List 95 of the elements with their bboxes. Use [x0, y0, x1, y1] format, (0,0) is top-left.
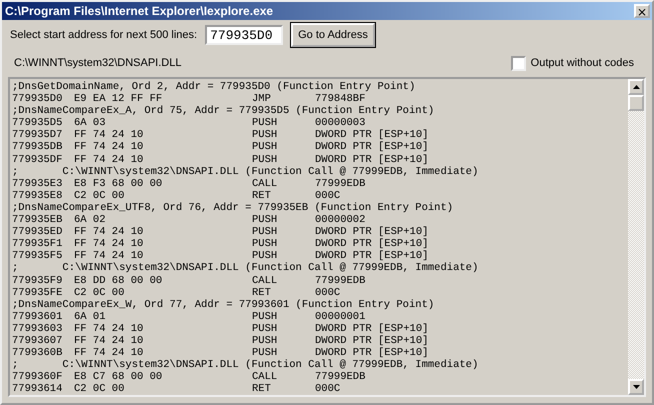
operand-cell: 000C	[315, 383, 340, 395]
mnemonic-cell-text: PUSH	[252, 154, 278, 166]
bytes-cell-text: FF 74 24 10	[74, 226, 144, 238]
down-arrow-icon[interactable]	[632, 385, 640, 389]
mnemonic-cell-text: RET	[252, 190, 272, 202]
mnemonic-cell-text: PUSH	[252, 117, 278, 130]
operand-cell: 779848BF	[315, 93, 366, 106]
mnemonic-cell-text: PUSH	[252, 310, 278, 323]
address-cell-text: 77993607	[12, 334, 64, 348]
bytes-cell-text: 6A 03	[74, 117, 107, 130]
address-cell-text: 77993614	[12, 383, 64, 395]
operand-cell: 77999EDB	[315, 371, 366, 384]
bytes-cell-text: FF 74 24 10	[74, 322, 144, 335]
comment-line: ;DnsNameCompareEx_W, Ord 77, Addr = 77993601 (Function Entry Point)	[12, 298, 436, 311]
address-cell-text: 779935F1	[12, 238, 64, 250]
operand-cell: DWORD PTR [ESP+10]	[315, 226, 428, 238]
bytes-cell-text: C2 0C 00	[74, 383, 126, 395]
address-cell-text: 77993601	[12, 310, 64, 323]
bytes-cell-text: E8 DD 68 00 00	[74, 274, 164, 287]
bytes-cell-text: 6A 01	[74, 310, 107, 323]
module-path: C:\WINNT\system32\DNSAPI.DLL	[14, 57, 182, 69]
mnemonic-cell-text: CALL	[252, 371, 278, 384]
bytes-cell-text: E8 C7 68 00 00	[74, 371, 164, 384]
operand-cell: 77999EDB	[315, 274, 366, 287]
address-cell-text: 779935FE	[12, 286, 64, 299]
operand-cell: 00000001	[315, 310, 366, 323]
mnemonic-cell-text: PUSH	[252, 322, 278, 335]
address-cell-text: 779935E3	[12, 178, 64, 190]
mnemonic-cell-text: PUSH	[252, 347, 278, 360]
bytes-cell-text: FF 74 24 10	[74, 154, 144, 166]
go-to-address-button[interactable]: Go to Address	[291, 23, 375, 47]
mnemonic-cell-text: CALL	[252, 274, 278, 287]
comment-line: ;DnsNameCompareEx_UTF8, Ord 76, Addr = 779935EB (Function Entry Point)	[12, 202, 454, 214]
window-title: C:\Program Files\Internet Explorer\Iexplore.exe	[5, 4, 274, 18]
mnemonic-cell-text: PUSH	[252, 226, 278, 238]
address-cell-text: 779935D7	[12, 129, 64, 142]
operand-cell: 000C	[315, 190, 340, 202]
address-cell-text: 779935D0	[12, 93, 64, 106]
address-cell-text: 779935DB	[12, 141, 64, 154]
checkbox-label[interactable]: Output without codes	[530, 57, 634, 69]
address-cell-text: 779935DF	[12, 154, 63, 166]
address-prompt: Select start address for next 500 lines:	[10, 29, 198, 41]
bytes-cell-text: E9 EA 12 FF FF	[74, 93, 164, 106]
operand-cell: 77999EDB	[315, 178, 366, 190]
address-cell-text: 77993603	[12, 322, 64, 335]
bytes-cell-text: C2 0C 00	[74, 286, 126, 299]
address-cell-text: 7799360F	[12, 371, 64, 384]
mnemonic-cell-text: PUSH	[252, 129, 278, 142]
bytes-cell-text: FF 74 24 10	[74, 334, 144, 348]
bytes-cell-text: FF 74 24 10	[74, 238, 144, 250]
operand-cell-text: DWORD PTR [ESP+10]	[315, 334, 428, 347]
bytes-cell-text: 6A 02	[74, 214, 107, 226]
address-cell-text: 779935E8	[12, 190, 64, 202]
address-field[interactable]: 779935D0	[205, 25, 284, 45]
mnemonic-cell-text: PUSH	[252, 141, 278, 154]
comment-line: ; C:\WINNT\system32\DNSAPI.DLL (Function Call @ 77999EDB, Immediate)	[12, 359, 480, 372]
mnemonic-cell-text: PUSH	[252, 334, 278, 348]
comment-line: ;DnsGetDomainName, Ord 2, Addr = 779935D0 (Function Entry Point)	[12, 81, 416, 94]
comment-line: ; C:\WINNT\system32\DNSAPI.DLL (Function Call @ 77999EDB, Immediate)	[12, 262, 480, 274]
mnemonic-cell-text: PUSH	[252, 250, 278, 262]
operand-cell: DWORD PTR [ESP+10]	[315, 250, 428, 262]
bytes-cell-text: E8 F3 68 00 00	[74, 178, 164, 190]
bytes-cell-text: FF 74 24 10	[74, 250, 144, 262]
operand-cell: DWORD PTR [ESP+10]	[315, 322, 428, 335]
bytes-cell-text: FF 74 24 10	[74, 141, 144, 154]
address-cell-text: 779935D5	[12, 117, 64, 130]
mnemonic-cell-text: PUSH	[252, 214, 278, 226]
mnemonic-cell-text: PUSH	[252, 238, 278, 250]
mnemonic-cell-text: CALL	[252, 178, 278, 190]
operand-cell: 000C	[315, 286, 340, 299]
bytes-cell-text: FF 74 24 10	[74, 129, 144, 142]
mnemonic-cell-text: RET	[252, 286, 272, 299]
bytes-cell-text: FF 74 24 10	[74, 347, 144, 360]
scrollbar-thumb[interactable]	[628, 95, 644, 111]
mnemonic-cell-text: JMP	[252, 93, 272, 106]
comment-line: ;DnsNameCompareEx_A, Ord 75, Addr = 779935D5 (Function Entry Point)	[12, 105, 436, 118]
checkbox[interactable]	[510, 56, 526, 70]
operand-cell: DWORD PTR [ESP+10]	[315, 347, 428, 360]
bytes-cell-text: C2 0C 00	[74, 190, 126, 202]
comment-line: ; C:\WINNT\system32\DNSAPI.DLL (Function Call @ 77999EDB, Immediate)	[12, 166, 480, 178]
operand-cell: 00000003	[315, 117, 366, 130]
address-cell-text: 779935F9	[12, 274, 64, 287]
address-cell-text: 7799360B	[12, 347, 63, 360]
operand-cell: DWORD PTR [ESP+10]	[315, 129, 428, 142]
operand-cell: DWORD PTR [ESP+10]	[315, 154, 428, 166]
up-arrow-icon[interactable]	[632, 85, 640, 89]
address-cell-text: 779935F5	[12, 250, 63, 262]
address-cell-text: 779935EB	[12, 214, 64, 226]
operand-cell: 00000002	[315, 214, 366, 226]
close-button[interactable]: ×	[634, 4, 650, 18]
operand-cell: DWORD PTR [ESP+10]	[315, 141, 428, 154]
operand-cell: DWORD PTR [ESP+10]	[315, 238, 428, 250]
address-cell-text: 779935ED	[12, 226, 64, 238]
mnemonic-cell-text: RET	[252, 383, 272, 395]
scrollbar[interactable]	[628, 79, 644, 395]
